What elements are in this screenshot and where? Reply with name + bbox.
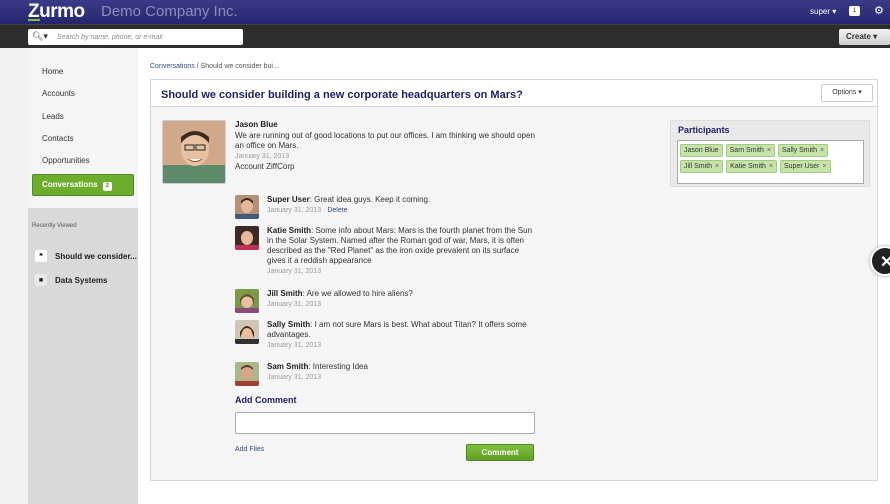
panel-header: Should we consider building a new corpor… — [151, 80, 877, 107]
avatar[interactable] — [235, 195, 259, 219]
comment-input[interactable] — [235, 412, 535, 434]
comment-text: Interesting Idea — [312, 362, 368, 371]
comment-body: Sam Smith: Interesting Idea January 31, … — [267, 362, 537, 383]
sidebar-item-conversations[interactable]: Conversations 2 — [32, 174, 134, 197]
folder-icon: ■ — [35, 274, 47, 286]
remove-icon[interactable]: × — [769, 163, 773, 170]
breadcrumb: Conversations / Should we consider bui..… — [150, 63, 279, 70]
conversation-description: Jason Blue We are running out of good lo… — [235, 120, 535, 171]
notifications-icon[interactable]: 1 — [849, 6, 860, 16]
avatar[interactable] — [235, 226, 259, 250]
related-account[interactable]: Account ZiffCorp — [235, 162, 535, 171]
recent-item-label: Data Systems — [55, 275, 108, 285]
participant-name: Jill Smith — [684, 163, 713, 170]
comment-date: January 31, 2013 — [267, 207, 322, 214]
remove-icon[interactable]: × — [820, 147, 824, 154]
comment-author[interactable]: Sally Smith — [267, 320, 310, 329]
remove-icon[interactable]: × — [767, 147, 771, 154]
participant-name: Super User — [784, 163, 820, 170]
sidebar-item-contacts[interactable]: Contacts — [28, 130, 138, 152]
avatar[interactable] — [235, 289, 259, 313]
participant-tag[interactable]: Sally Smith × — [777, 144, 829, 157]
comment-author[interactable]: Sam Smith — [267, 362, 308, 371]
main-content: Conversations / Should we consider bui..… — [138, 48, 890, 504]
author-name[interactable]: Jason Blue — [235, 120, 535, 129]
company-name: Demo Company Inc. — [101, 3, 238, 20]
comment-body: Sally Smith: I am not sure Mars is best.… — [267, 320, 537, 351]
comment-body: Katie Smith: Some info about Mars: Mars … — [267, 226, 537, 277]
remove-icon[interactable]: × — [822, 163, 826, 170]
participants-panel: Participants Jason Blue Sam Smith × Sally… — [670, 120, 870, 187]
participant-tag[interactable]: Super User × — [780, 160, 831, 173]
comment-body: Super User: Great idea guys. Keep it com… — [267, 195, 431, 214]
recent-item-label: Should we consider... — [55, 251, 137, 261]
global-search: 🔍︎▾ — [28, 29, 243, 45]
participant-name: Sam Smith — [729, 147, 764, 154]
top-header: Zurmo Demo Company Inc. super ▾ 1 ⚙ — [0, 0, 890, 24]
gear-icon[interactable]: ⚙ — [874, 4, 884, 17]
remove-icon[interactable]: × — [715, 163, 719, 170]
comment-text: Great idea guys. Keep it coming. — [314, 195, 431, 204]
breadcrumb-link[interactable]: Conversations — [150, 63, 195, 70]
user-menu[interactable]: super ▾ — [810, 7, 836, 16]
add-files-link[interactable]: Add Files — [235, 446, 264, 453]
sidebar-item-accounts[interactable]: Accounts — [28, 85, 138, 107]
sidebar-item-home[interactable]: Home — [28, 63, 138, 85]
recent-item[interactable]: ■ Data Systems — [28, 268, 138, 292]
count-badge: 2 — [102, 182, 112, 192]
comment-text: Are we allowed to hire aliens? — [306, 289, 413, 298]
conversation-icon: ❝ — [35, 250, 47, 262]
options-button[interactable]: Options ▾ — [821, 84, 873, 102]
search-bar: 🔍︎▾ Create ▾ — [0, 24, 890, 48]
conversation-panel: Should we consider building a new corpor… — [150, 79, 878, 481]
comment-date: January 31, 2013 — [267, 301, 322, 308]
recent-item[interactable]: ❝ Should we consider... — [28, 244, 138, 268]
comment-date: January 31, 2013 — [267, 342, 322, 349]
comment-author[interactable]: Super User — [267, 195, 310, 204]
comment-date: January 31, 2013 — [267, 268, 322, 275]
avatar[interactable] — [235, 362, 259, 386]
user-name: super — [810, 7, 831, 16]
create-label: Create — [846, 32, 871, 41]
breadcrumb-current: / Should we consider bui... — [194, 63, 279, 70]
search-icon[interactable]: 🔍︎▾ — [32, 31, 48, 42]
comment-author[interactable]: Katie Smith — [267, 226, 311, 235]
participants-field[interactable]: Jason Blue Sam Smith × Sally Smith × Jill … — [677, 140, 864, 184]
participant-tag[interactable]: Jill Smith × — [680, 160, 724, 173]
comment-body: Jill Smith: Are we allowed to hire alien… — [267, 289, 537, 310]
page-title: Should we consider building a new corpor… — [161, 89, 523, 101]
description-text: We are running out of good locations to … — [235, 131, 535, 150]
sidebar-item-opportunities[interactable]: Opportunities — [28, 152, 138, 174]
comment-button[interactable]: Comment — [466, 444, 534, 461]
participants-heading: Participants — [678, 125, 730, 135]
delete-link[interactable]: Delete — [327, 207, 347, 214]
avatar[interactable] — [235, 320, 259, 344]
search-input[interactable] — [57, 29, 241, 45]
main-nav: Home Accounts Leads Contacts Opportuniti… — [28, 48, 138, 208]
participant-name: Katie Smith — [730, 163, 766, 170]
sidebar: Home Accounts Leads Contacts Opportuniti… — [28, 48, 138, 504]
participant-name: Sally Smith — [781, 147, 817, 154]
comment-date: January 31, 2013 — [267, 374, 322, 381]
author-avatar[interactable] — [162, 120, 226, 184]
participant-tag[interactable]: Katie Smith × — [726, 160, 777, 173]
sidebar-item-label: Conversations — [42, 180, 98, 190]
post-date: January 31, 2013 — [235, 153, 290, 160]
sidebar-item-leads[interactable]: Leads — [28, 108, 138, 130]
participant-tag[interactable]: Sam Smith × — [725, 144, 775, 157]
recently-viewed-heading: Recently Viewed — [32, 223, 77, 229]
participant-name: Jason Blue — [684, 147, 719, 154]
add-comment-heading: Add Comment — [235, 395, 297, 405]
create-button[interactable]: Create ▾ — [839, 29, 890, 45]
participant-tag[interactable]: Jason Blue — [680, 144, 723, 157]
logo-accent — [28, 19, 40, 21]
comment-author[interactable]: Jill Smith — [267, 289, 303, 298]
